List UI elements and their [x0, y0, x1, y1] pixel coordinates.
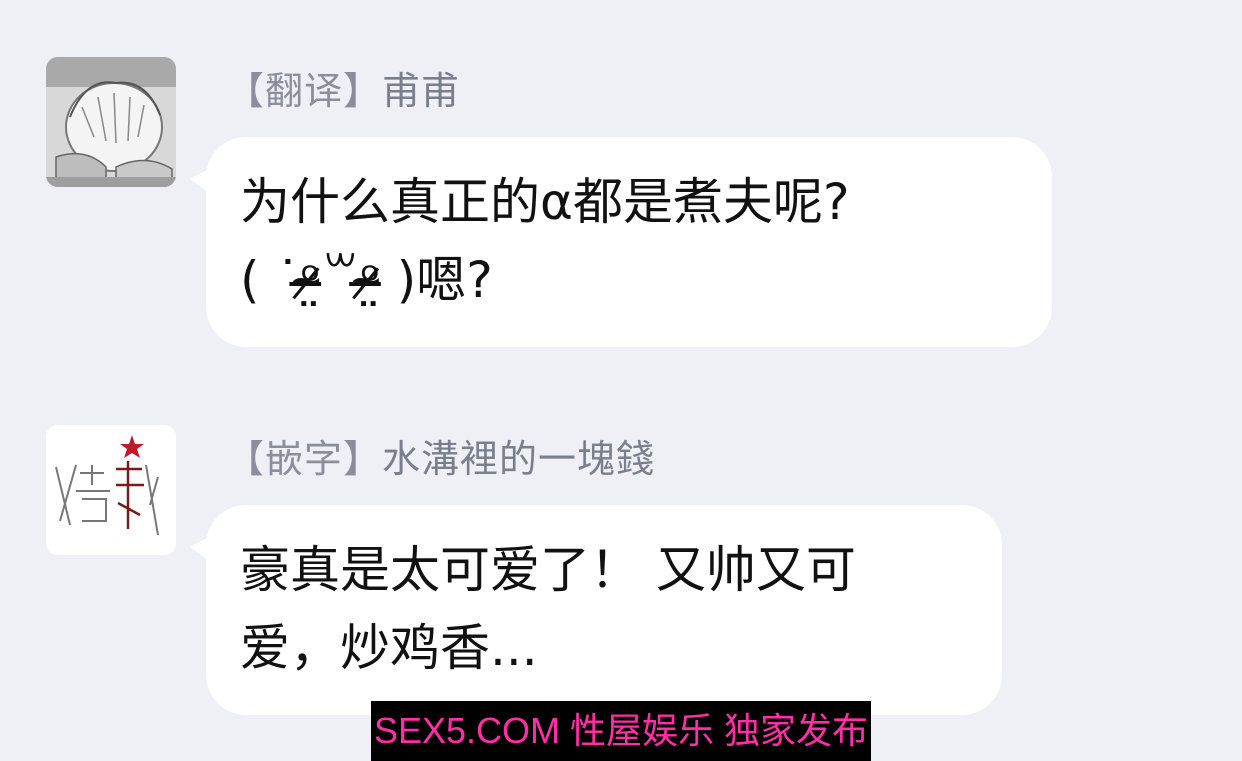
watermark-banner: SEX5.COM 性屋娱乐 独家发布	[371, 701, 871, 761]
chat-view: 【翻译】甫甫 为什么真正的α都是煮夫呢? ( ˙ᵒ̴̶̷̤꒳ᵒ̴̶̷̤ )嗯? …	[0, 0, 1242, 761]
sender-role-tag: 【翻译】	[226, 69, 383, 113]
manga-boy-avatar-icon[interactable]	[46, 57, 176, 187]
sender-label: 【翻译】甫甫	[226, 60, 460, 115]
sender-label: 【嵌字】水溝裡的一塊錢	[226, 428, 655, 483]
sender-name[interactable]: 水溝裡的一塊錢	[382, 437, 655, 481]
message-line: 为什么真正的α都是煮夫呢?	[240, 173, 850, 231]
message-bubble[interactable]: 为什么真正的α都是煮夫呢? ( ˙ᵒ̴̶̷̤꒳ᵒ̴̶̷̤ )嗯?	[190, 137, 1052, 347]
handwritten-calligraphy-avatar-icon[interactable]	[46, 425, 176, 555]
message-bubble[interactable]: 豪真是太可爱了！ 又帅又可 爱，炒鸡香...	[190, 505, 1002, 715]
message-line: 爱，炒鸡香...	[240, 619, 538, 677]
sender-name[interactable]: 甫甫	[382, 69, 460, 113]
message-line: 豪真是太可爱了！ 又帅又可	[240, 541, 856, 599]
sender-role-tag: 【嵌字】	[226, 437, 383, 481]
message-line: ( ˙ᵒ̴̶̷̤꒳ᵒ̴̶̷̤ )嗯?	[240, 251, 493, 309]
